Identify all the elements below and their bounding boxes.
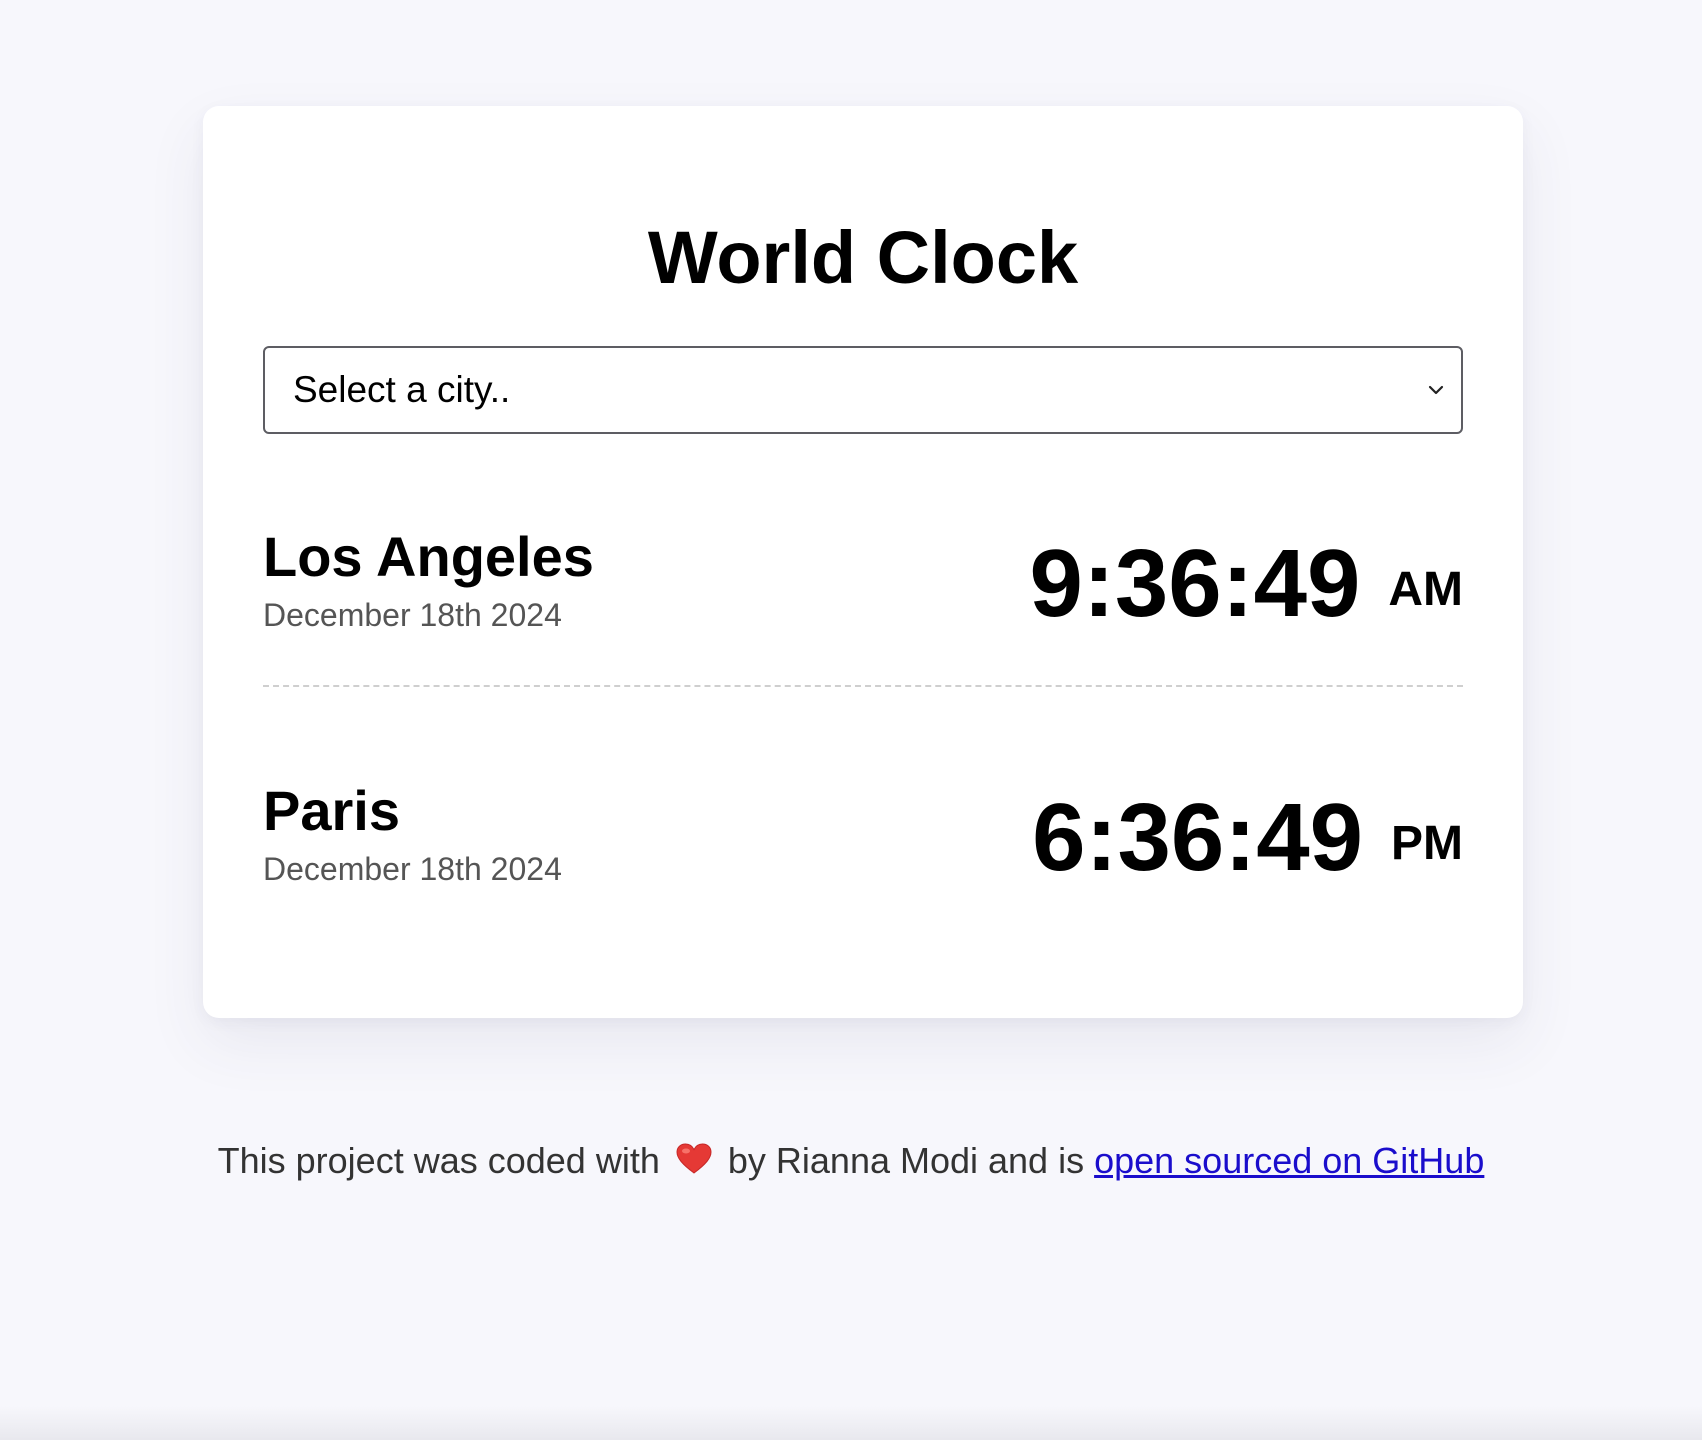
world-clock-card: World Clock Select a city.. Los Angeles … xyxy=(203,106,1523,1018)
city-select[interactable]: Select a city.. xyxy=(263,346,1463,434)
city-divider xyxy=(263,685,1463,687)
footer-text-before: This project was coded with xyxy=(217,1140,660,1181)
time-period: PM xyxy=(1391,817,1463,870)
city-name: Paris xyxy=(263,779,400,842)
page-title: World Clock xyxy=(647,216,1079,299)
chevron-down-icon xyxy=(1428,385,1444,395)
city-time: 6:36:49 PM xyxy=(1032,758,1463,918)
city-row-los-angeles: Los Angeles December 18th 2024 9:36:49 A… xyxy=(263,504,1463,664)
city-row-paris: Paris December 18th 2024 6:36:49 PM xyxy=(263,758,1463,918)
city-name: Los Angeles xyxy=(263,525,594,588)
window-bottom-edge xyxy=(0,1406,1702,1440)
city-select-value: Select a city.. xyxy=(293,369,511,410)
city-date: December 18th 2024 xyxy=(263,851,562,887)
city-time: 9:36:49 AM xyxy=(1029,504,1463,664)
heart-icon xyxy=(676,1143,712,1174)
footer-text-after: by Rianna Modi and is xyxy=(727,1140,1085,1181)
city-date: December 18th 2024 xyxy=(263,597,562,633)
time-period: AM xyxy=(1388,563,1463,616)
github-link[interactable]: open sourced on GitHub xyxy=(1094,1140,1484,1181)
time-value: 6:36:49 xyxy=(1032,784,1363,891)
time-value: 9:36:49 xyxy=(1029,530,1361,637)
footer: This project was coded with by Rianna Mo… xyxy=(0,1140,1702,1182)
